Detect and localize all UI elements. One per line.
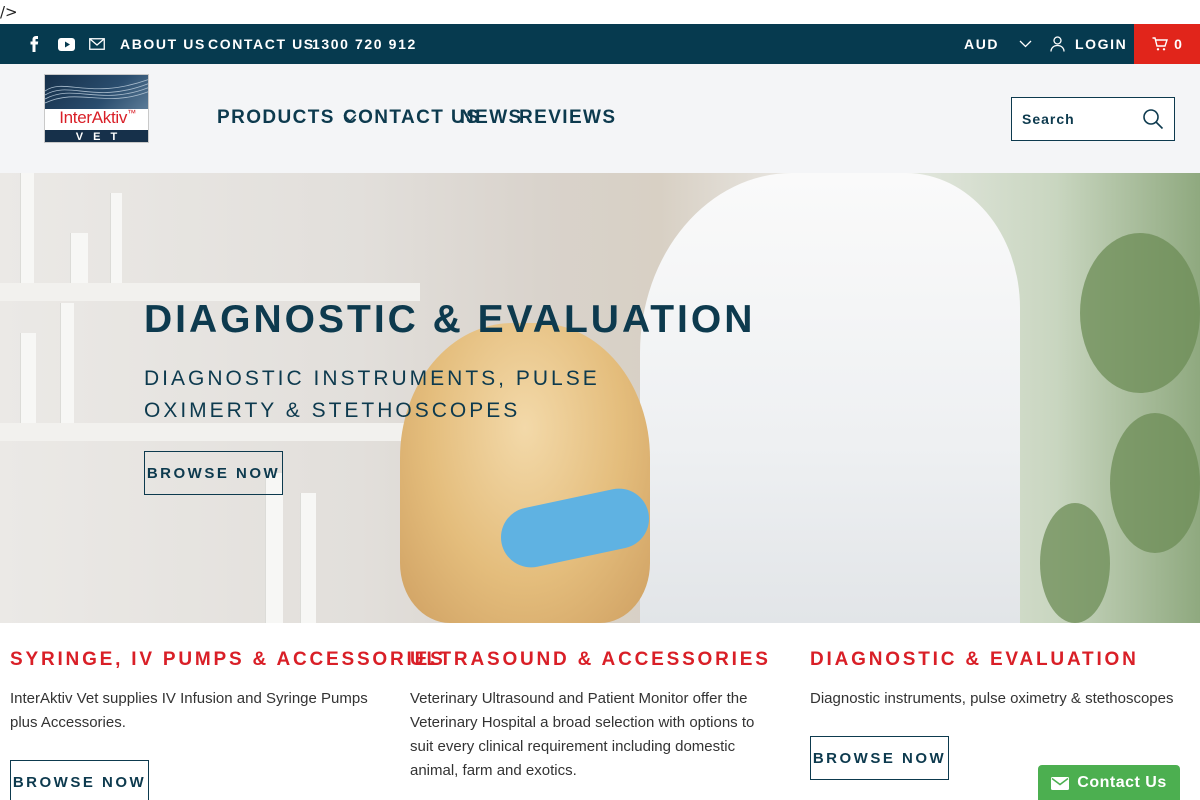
category-title[interactable]: SYRINGE, IV PUMPS & ACCESSORIES: [10, 649, 446, 671]
nav-news-wrap: NEWS: [460, 106, 523, 130]
hero-title: DIAGNOSTIC & EVALUATION: [144, 298, 756, 341]
cart-count: 0: [1174, 36, 1182, 52]
phone-link[interactable]: 1300 720 912: [312, 24, 417, 64]
contact-us-widget[interactable]: Contact Us: [1038, 765, 1180, 800]
search-input[interactable]: [1012, 98, 1138, 140]
category-title[interactable]: DIAGNOSTIC & EVALUATION: [810, 649, 1139, 671]
hero-subtitle: DIAGNOSTIC INSTRUMENTS, PULSE OXIMERTY &…: [144, 367, 600, 422]
syringe-browse-now-button[interactable]: BROWSE NOW: [10, 760, 149, 800]
nav-products[interactable]: PRODUCTS: [217, 107, 357, 129]
category-description: Veterinary Ultrasound and Patient Monito…: [410, 690, 755, 779]
cart-icon: [1152, 37, 1169, 51]
stray-markup-text: />: [0, 3, 18, 21]
currency-label: AUD: [964, 36, 1000, 52]
hero-banner: DIAGNOSTIC & EVALUATION DIAGNOSTIC INSTR…: [0, 173, 1200, 623]
email-icon[interactable]: [89, 24, 105, 64]
cart-button[interactable]: 0: [1134, 24, 1200, 64]
contact-widget-label: Contact Us: [1077, 774, 1167, 791]
hero-browse-now-button[interactable]: BROWSE NOW: [144, 451, 283, 495]
user-icon: [1050, 36, 1065, 52]
currency-selector[interactable]: AUD: [964, 24, 1032, 64]
category-title[interactable]: ULTRASOUND & ACCESSORIES: [410, 649, 771, 671]
facebook-icon[interactable]: [28, 24, 40, 64]
about-us-link[interactable]: ABOUT US: [120, 24, 206, 64]
nav-news[interactable]: NEWS: [460, 107, 523, 129]
site-logo[interactable]: InterAktiv™ VET: [44, 74, 149, 143]
nav-reviews-wrap: REVIEWS: [519, 106, 616, 130]
nav-reviews[interactable]: REVIEWS: [519, 107, 616, 129]
top-bar: ABOUT US CONTACT US 1300 720 912 AUD LOG…: [0, 24, 1200, 64]
category-description: Diagnostic instruments, pulse oximetry &…: [810, 690, 1174, 707]
main-nav: PRODUCTS: [217, 106, 357, 130]
login-link[interactable]: LOGIN: [1050, 24, 1127, 64]
site-header: InterAktiv™ VET PRODUCTS CONTACT US NEWS…: [0, 64, 1200, 173]
youtube-icon[interactable]: [58, 24, 75, 64]
search-box: [1011, 97, 1175, 141]
contact-us-link[interactable]: CONTACT US: [208, 24, 315, 64]
logo-subtitle: VET: [45, 130, 148, 142]
category-description: InterAktiv Vet supplies IV Infusion and …: [10, 690, 368, 731]
logo-graphic: [45, 75, 148, 109]
envelope-icon: [1051, 776, 1070, 790]
logo-wordmark: InterAktiv™: [59, 108, 136, 127]
login-label: LOGIN: [1075, 36, 1128, 52]
search-icon[interactable]: [1142, 108, 1164, 130]
diagnostic-browse-now-button[interactable]: BROWSE NOW: [810, 736, 949, 780]
chevron-down-icon: [1019, 40, 1032, 48]
